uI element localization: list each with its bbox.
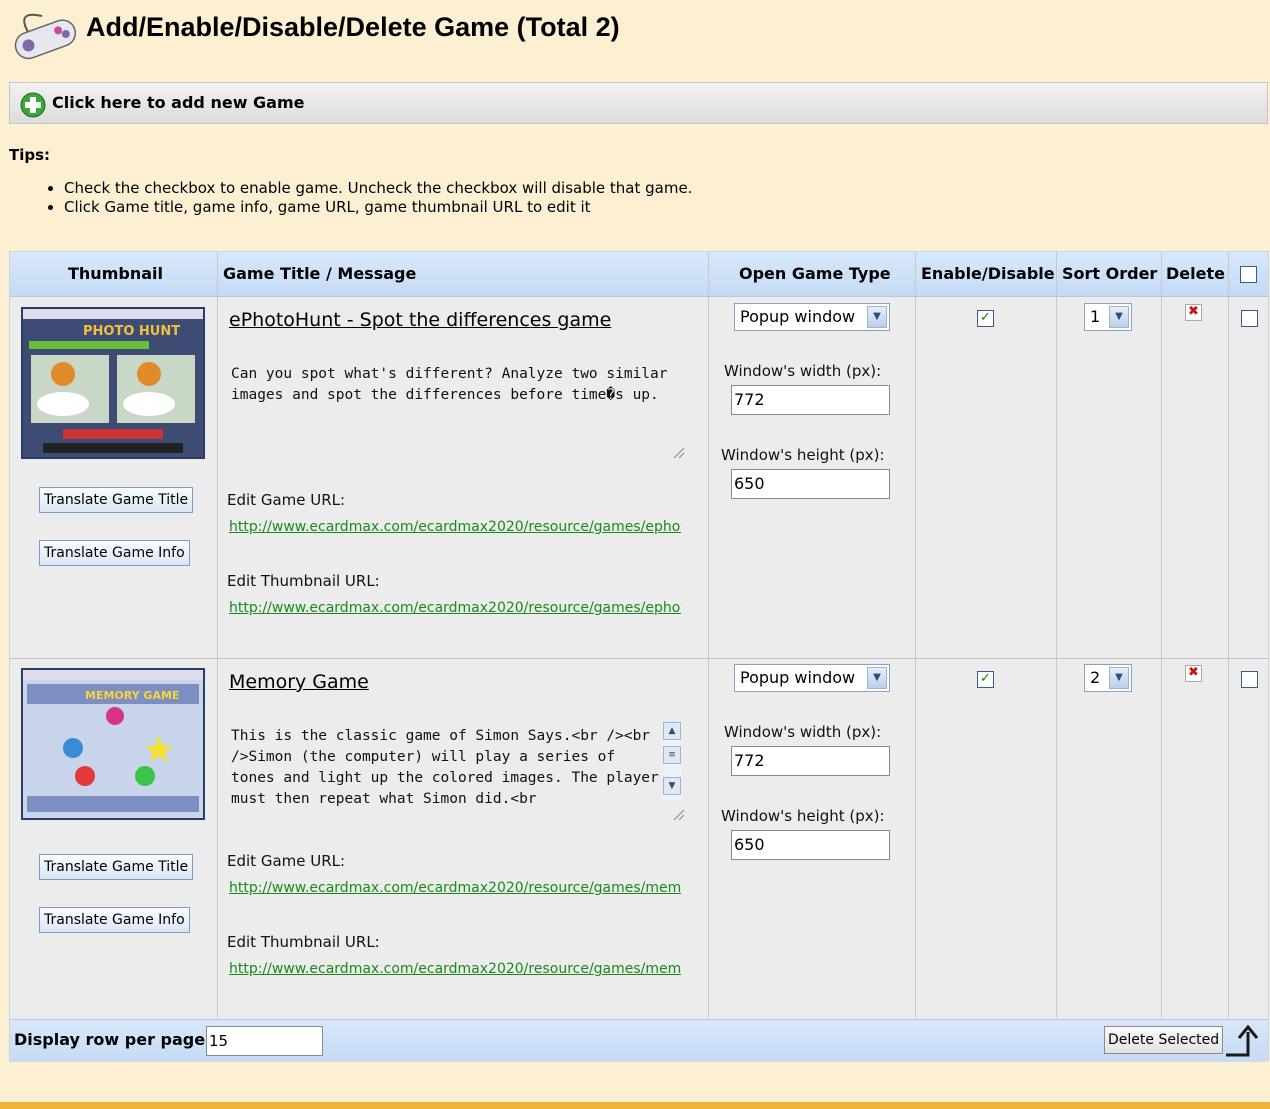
column-header-thumbnail: Thumbnail: [68, 264, 163, 283]
page-title: Add/Enable/Disable/Delete Game (Total 2): [86, 12, 620, 42]
open-type-value: Popup window: [740, 307, 856, 326]
sort-order-value: 1: [1090, 307, 1101, 326]
chevron-down-icon: ▼: [867, 667, 887, 689]
enable-checkbox[interactable]: ✓: [977, 310, 994, 327]
arrow-up-icon[interactable]: [1224, 1024, 1264, 1058]
window-width-input[interactable]: 772: [731, 385, 890, 415]
edit-thumbnail-label: Edit Thumbnail URL:: [227, 933, 380, 951]
sort-order-select[interactable]: 1 ▼: [1084, 303, 1132, 331]
gamepad-icon: [14, 13, 77, 60]
edit-url-label: Edit Game URL:: [227, 491, 346, 509]
table-footer: Display row per page 15 Delete Selected: [10, 1019, 1268, 1062]
tip-item: Click Game title, game info, game URL, g…: [64, 198, 692, 217]
add-game-link[interactable]: Click here to add new Game: [52, 93, 305, 112]
game-url-link[interactable]: http://www.ecardmax.com/ecardmax2020/res…: [229, 519, 681, 535]
table-header: Thumbnail Game Title / Message Open Game…: [10, 252, 1268, 297]
open-type-select[interactable]: Popup window ▼: [734, 664, 890, 692]
game-thumbnail[interactable]: MEMORY GAME: [21, 668, 205, 820]
scroll-thumb[interactable]: ≡: [663, 746, 681, 764]
column-header-title: Game Title / Message: [223, 264, 417, 283]
game-thumbnail[interactable]: PHOTO HUNT: [21, 307, 205, 459]
edit-url-label: Edit Game URL:: [227, 852, 346, 870]
game-message-textarea[interactable]: This is the classic game of Simon Says.<…: [231, 726, 665, 820]
window-height-input[interactable]: 650: [731, 469, 890, 499]
resize-handle-icon[interactable]: [672, 446, 686, 460]
open-type-select[interactable]: Popup window ▼: [734, 303, 890, 331]
translate-info-button[interactable]: Translate Game Info: [39, 540, 190, 566]
thumbnail-url-link[interactable]: http://www.ecardmax.com/ecardmax2020/res…: [229, 961, 681, 977]
window-width-input[interactable]: 772: [731, 746, 890, 776]
scroll-up-icon[interactable]: ▲: [663, 722, 681, 740]
tips-title: Tips:: [9, 146, 51, 164]
game-message-textarea[interactable]: Can you spot what's different? Analyze t…: [231, 364, 687, 474]
delete-icon[interactable]: ✖: [1185, 304, 1202, 321]
sort-order-select[interactable]: 2 ▼: [1084, 664, 1132, 692]
game-url-link[interactable]: http://www.ecardmax.com/ecardmax2020/res…: [229, 880, 681, 896]
tip-item: Check the checkbox to enable game. Unche…: [64, 179, 692, 198]
scroll-down-icon[interactable]: ▼: [663, 777, 681, 795]
game-title[interactable]: ePhotoHunt - Spot the differences game: [229, 309, 611, 331]
row-select-checkbox[interactable]: [1241, 310, 1258, 327]
chevron-down-icon: ▼: [1109, 667, 1129, 689]
game-title[interactable]: Memory Game: [229, 671, 369, 693]
bottom-bar: [0, 1102, 1270, 1109]
enable-checkbox[interactable]: ✓: [977, 671, 994, 688]
chevron-down-icon: ▼: [867, 306, 887, 328]
chevron-down-icon: ▼: [1109, 306, 1129, 328]
translate-title-button[interactable]: Translate Game Title: [39, 854, 194, 880]
column-header-open-type: Open Game Type: [739, 264, 891, 283]
select-all-checkbox[interactable]: [1240, 266, 1257, 283]
window-width-label: Window's width (px):: [724, 723, 882, 741]
svg-text:MEMORY GAME: MEMORY GAME: [85, 689, 179, 702]
column-header-sort: Sort Order: [1062, 264, 1158, 283]
window-width-label: Window's width (px):: [724, 362, 882, 380]
delete-icon[interactable]: ✖: [1185, 665, 1202, 682]
page-header: Add/Enable/Disable/Delete Game (Total 2): [0, 0, 1270, 62]
sort-order-value: 2: [1090, 668, 1101, 687]
rows-per-page-label: Display row per page: [14, 1030, 206, 1049]
add-game-bar: Click here to add new Game: [9, 82, 1268, 124]
translate-title-button[interactable]: Translate Game Title: [39, 487, 194, 513]
delete-selected-button[interactable]: Delete Selected: [1104, 1026, 1224, 1054]
window-height-label: Window's height (px):: [721, 446, 885, 464]
window-height-label: Window's height (px):: [721, 807, 885, 825]
window-height-input[interactable]: 650: [731, 830, 890, 860]
open-type-value: Popup window: [740, 668, 856, 687]
column-header-delete: Delete: [1166, 264, 1225, 283]
edit-thumbnail-label: Edit Thumbnail URL:: [227, 572, 380, 590]
row-select-checkbox[interactable]: [1241, 671, 1258, 688]
add-icon[interactable]: [20, 92, 46, 118]
translate-info-button[interactable]: Translate Game Info: [39, 907, 190, 933]
resize-handle-icon[interactable]: [672, 808, 686, 822]
games-table: Thumbnail Game Title / Message Open Game…: [9, 251, 1269, 1062]
tips-list: Check the checkbox to enable game. Unche…: [44, 179, 692, 217]
svg-text:PHOTO HUNT: PHOTO HUNT: [83, 324, 180, 339]
rows-per-page-input[interactable]: 15: [206, 1026, 323, 1056]
textarea-scrollbar[interactable]: ▲ ≡ ▼: [662, 722, 682, 800]
column-header-enable: Enable/Disable: [921, 264, 1055, 283]
thumbnail-url-link[interactable]: http://www.ecardmax.com/ecardmax2020/res…: [229, 600, 681, 616]
